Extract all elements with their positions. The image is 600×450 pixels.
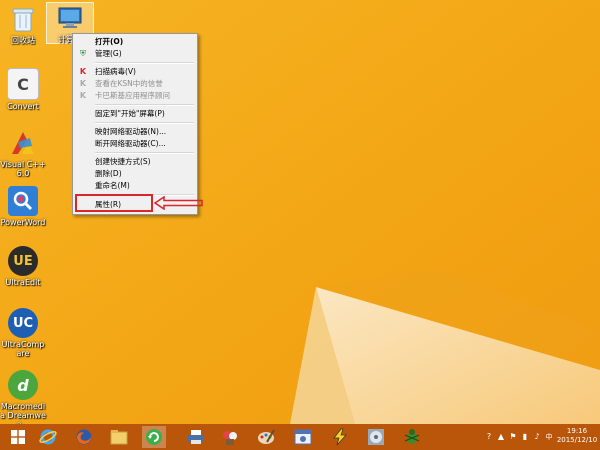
menu-item-kaspersky-label: 卡巴斯基应用程序顾问 (95, 91, 170, 100)
menu-item-rename[interactable]: 重命名(M) (75, 180, 195, 192)
refresh-icon (146, 429, 162, 445)
menu-separator (95, 62, 194, 64)
menu-item-manage[interactable]: ⛨ 管理(G) (75, 48, 195, 60)
clock-time: 19:16 (566, 427, 588, 435)
visual-cpp-shortcut[interactable]: Visual C++ 6.0 (0, 128, 46, 178)
windows-logo-icon (11, 430, 25, 444)
computer-icon (55, 3, 85, 33)
taskbar-lightning-app[interactable] (328, 426, 352, 448)
menu-item-delete[interactable]: 删除(D) (75, 168, 195, 180)
visual-cpp-label: Visual C++ 6.0 (0, 160, 46, 178)
powerword-label: PowerWord (0, 218, 46, 227)
menu-item-pin-start[interactable]: 固定到"开始"屏幕(P) (75, 108, 195, 120)
ultraedit-label: UltraEdit (5, 278, 41, 287)
visual-cpp-icon (8, 128, 38, 158)
show-hidden-icons-icon[interactable]: ▲ (496, 432, 506, 442)
taskbar-internet-explorer[interactable] (36, 426, 60, 448)
bug-icon (404, 429, 420, 444)
menu-item-pin-start-label: 固定到"开始"屏幕(P) (95, 109, 165, 118)
menu-item-create-shortcut[interactable]: 创建快捷方式(S) (75, 156, 195, 168)
menu-separator (95, 152, 194, 154)
powerword-shortcut[interactable]: PowerWord (0, 186, 46, 227)
paint-palette-icon (258, 429, 275, 444)
powerword-icon (8, 186, 38, 216)
taskbar-firefox[interactable] (72, 426, 96, 448)
ultracompare-shortcut[interactable]: UC UltraCompare (0, 308, 46, 358)
menu-separator (95, 104, 194, 106)
convert-label: Convert (7, 102, 39, 111)
ultracompare-icon: UC (8, 308, 38, 338)
dreamweaver-icon: d (8, 370, 38, 400)
menu-item-disconnect-drive[interactable]: 断开网络驱动器(C)... (75, 138, 195, 150)
annotation-highlight-box (75, 194, 153, 212)
convert-icon: C (7, 68, 39, 100)
menu-item-ksn[interactable]: K 查看在KSN中的信誉 (75, 78, 195, 90)
flag-icon[interactable]: ⚑ (508, 432, 518, 442)
kaspersky-icon: K (79, 67, 87, 76)
recycle-bin-label: 回收站 (11, 36, 35, 45)
taskbar-file-explorer[interactable] (107, 426, 131, 448)
app-window-icon (294, 429, 312, 445)
convert-shortcut[interactable]: C Convert (0, 68, 46, 111)
menu-item-map-drive-label: 映射网络驱动器(N)... (95, 127, 167, 136)
ultracompare-label: UltraCompare (1, 340, 45, 358)
menu-item-kaspersky-advisor[interactable]: K 卡巴斯基应用程序顾问 (75, 90, 195, 102)
folder-icon (110, 430, 128, 445)
menu-item-disconnect-drive-label: 断开网络驱动器(C)... (95, 139, 166, 148)
menu-item-rename-label: 重命名(M) (95, 181, 130, 190)
taskbar: ? ▲ ⚑ ▮ ♪ 中 19:16 2015/12/10 (0, 424, 600, 450)
shield-icon: ⛨ (80, 49, 86, 58)
clock-date: 2015/12/10 (556, 436, 598, 444)
menu-item-delete-label: 删除(D) (95, 169, 122, 178)
dreamweaver-shortcut[interactable]: d Macromedia Dreamwea... (0, 370, 46, 429)
recycle-bin-shortcut[interactable]: 回收站 (0, 4, 46, 45)
system-clock[interactable]: 19:16 2015/12/10 (556, 427, 598, 445)
firefox-icon (76, 429, 92, 445)
menu-item-manage-label: 管理(G) (95, 49, 122, 58)
menu-item-scan-label: 扫描病毒(V) (95, 67, 136, 76)
lightning-icon (333, 428, 347, 446)
kaspersky-gray-icon: K (79, 91, 87, 100)
annotation-arrow-icon (154, 196, 203, 210)
kaspersky-gray-icon: K (79, 79, 87, 88)
help-icon[interactable]: ? (484, 432, 494, 442)
taskbar-bug-app[interactable] (400, 426, 424, 448)
desktop[interactable]: 回收站 计算机 C Convert Visual C++ 6.0 PowerWo… (0, 0, 600, 450)
taskbar-refresh-app[interactable] (142, 426, 166, 448)
taskbar-app-window[interactable] (291, 426, 315, 448)
disc-icon (368, 429, 384, 445)
printer-icon (188, 430, 204, 444)
photo-icon (223, 431, 237, 445)
taskbar-cd-app[interactable] (364, 426, 388, 448)
menu-item-ksn-label: 查看在KSN中的信誉 (95, 79, 163, 88)
taskbar-image-app[interactable] (218, 426, 242, 448)
context-menu: 打开(O) ⛨ 管理(G) K 扫描病毒(V) K 查看在KSN中的信誉 K 卡… (72, 33, 198, 215)
input-method-icon[interactable]: 中 (544, 432, 554, 442)
menu-separator (95, 122, 194, 124)
internet-explorer-icon (39, 429, 57, 445)
network-icon[interactable]: ▮ (520, 432, 530, 442)
menu-item-scan-virus[interactable]: K 扫描病毒(V) (75, 66, 195, 78)
volume-icon[interactable]: ♪ (532, 432, 542, 442)
taskbar-paint[interactable] (254, 426, 278, 448)
taskbar-printer[interactable] (184, 426, 208, 448)
menu-item-create-shortcut-label: 创建快捷方式(S) (95, 157, 151, 166)
start-button[interactable] (6, 426, 30, 448)
menu-item-open[interactable]: 打开(O) (75, 36, 195, 48)
ultraedit-shortcut[interactable]: UE UltraEdit (0, 246, 46, 287)
ultraedit-icon: UE (8, 246, 38, 276)
menu-item-open-label: 打开(O) (95, 37, 124, 46)
menu-item-map-drive[interactable]: 映射网络驱动器(N)... (75, 126, 195, 138)
recycle-bin-icon (8, 4, 38, 34)
